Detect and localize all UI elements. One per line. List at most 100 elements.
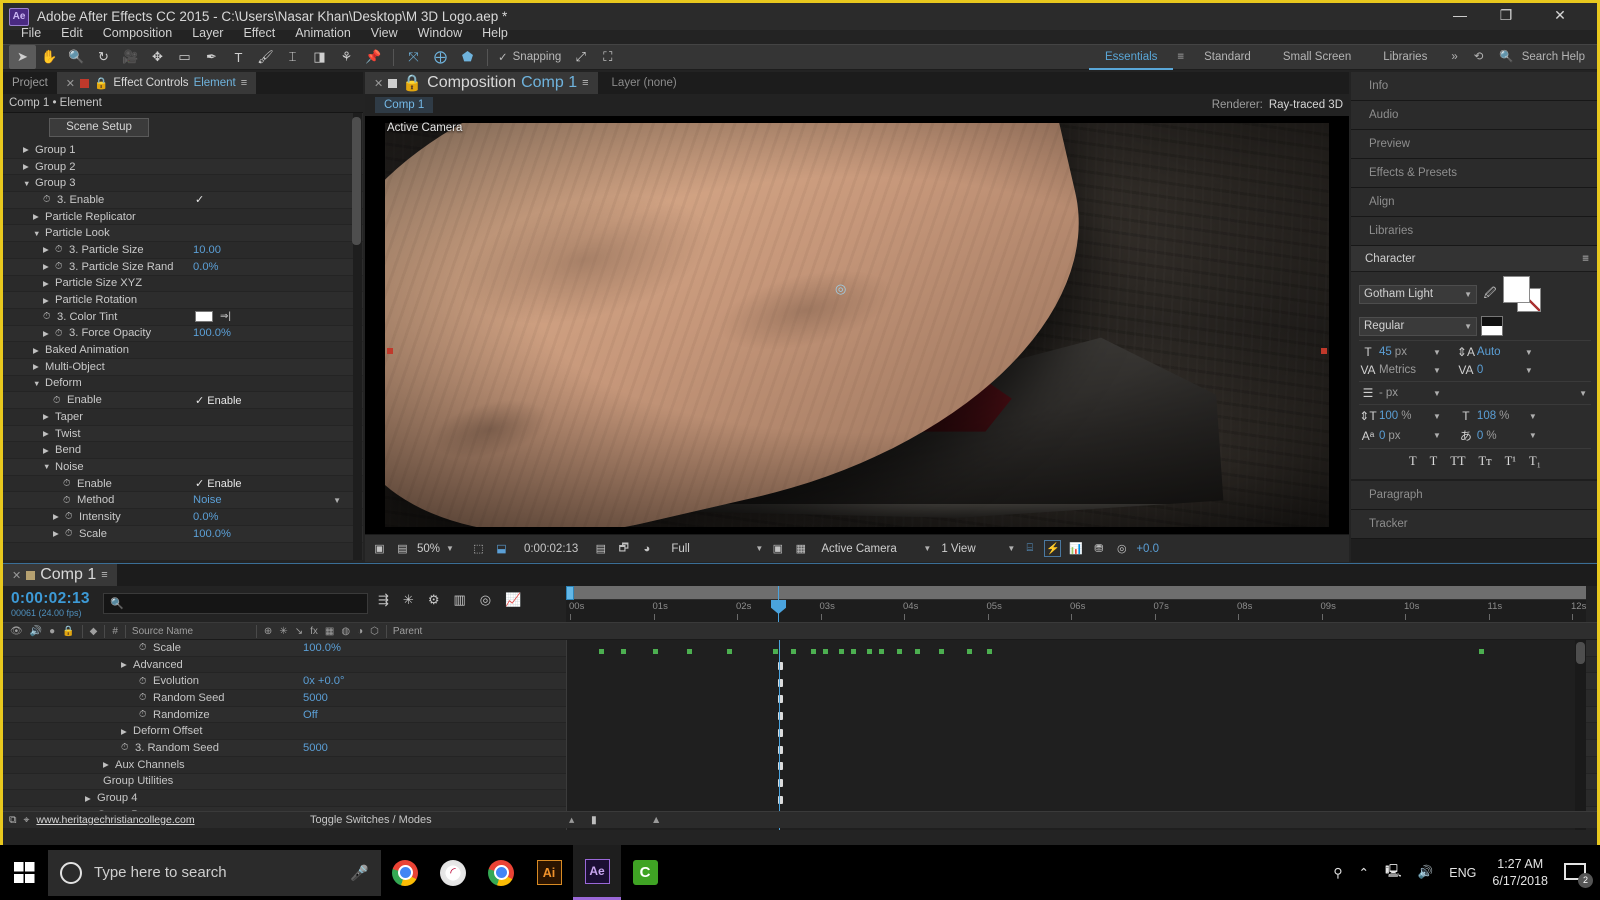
comp-lock-icon[interactable]: 🔒 xyxy=(402,73,422,93)
expand-triangle-right-icon[interactable]: ▶ xyxy=(43,429,51,438)
timeline-layer-list[interactable]: ⏱Scale100.0%▶Advanced⏱Evolution0x +0.0°⏱… xyxy=(3,640,1597,830)
camera-tool[interactable]: 🎥 xyxy=(117,45,144,69)
keyframe-marker[interactable] xyxy=(839,649,844,654)
tab-timeline-comp[interactable]: ✕ Comp 1 ≡ xyxy=(3,564,117,586)
stopwatch-icon[interactable]: ⏱ xyxy=(43,194,53,205)
character-panel-menu-icon[interactable]: ≡ xyxy=(1582,253,1589,265)
text-style-button-4[interactable]: T¹ xyxy=(1505,454,1516,469)
expand-triangle-right-icon[interactable]: ▶ xyxy=(53,529,61,538)
font-style-select[interactable]: Regular ▼ xyxy=(1359,317,1477,336)
effect-row[interactable]: ▶Particle Replicator xyxy=(3,209,363,226)
effect-row[interactable]: ▶⏱3. Particle Size10.00 xyxy=(3,242,363,259)
keyframe-marker[interactable] xyxy=(851,649,856,654)
grid-guides-icon[interactable]: ⛶ xyxy=(594,45,621,69)
exposure-icon[interactable]: ◎ xyxy=(1113,540,1130,557)
timeline-row-value[interactable]: Off xyxy=(303,709,318,721)
close-tab-icon[interactable]: ✕ xyxy=(66,77,75,90)
stroke-style-chevron-icon[interactable]: ▼ xyxy=(1579,389,1587,398)
close-composition-tab-icon[interactable]: ✕ xyxy=(374,77,383,90)
expand-triangle-down-icon[interactable]: ▼ xyxy=(33,229,41,238)
kerning-chevron-icon[interactable]: ▼ xyxy=(1433,366,1441,375)
expand-triangle-down-icon[interactable]: ▼ xyxy=(23,179,31,188)
work-area-bar[interactable] xyxy=(566,586,1586,600)
workspace-essentials[interactable]: Essentials xyxy=(1089,44,1173,70)
puppet-pin-tool[interactable]: 📌 xyxy=(360,45,387,69)
tab-effect-controls[interactable]: ✕ 🔒 Effect Controls Element ≡ xyxy=(57,72,256,94)
expand-triangle-right-icon[interactable]: ▶ xyxy=(33,346,41,355)
layer-switch-icon[interactable]: ⬡ xyxy=(370,626,379,637)
baseline-shift-chevron-icon[interactable]: ▼ xyxy=(1433,431,1441,440)
toggle-transparency-grid-icon[interactable]: ▤ xyxy=(394,540,411,557)
start-button[interactable] xyxy=(0,845,48,900)
menu-item-view[interactable]: View xyxy=(361,24,408,42)
effect-row[interactable]: ▶Particle Size XYZ xyxy=(3,276,363,293)
panel-libraries[interactable]: Libraries xyxy=(1351,217,1597,246)
show-snapshot-icon[interactable]: 🗗 xyxy=(615,540,632,557)
keyframe-marker[interactable] xyxy=(727,649,732,654)
take-snapshot-icon[interactable]: ▤ xyxy=(592,540,609,557)
pixel-aspect-correction-icon[interactable]: ⌸ xyxy=(1021,540,1038,557)
fast-previews-icon[interactable]: ⚡ xyxy=(1044,540,1061,557)
search-help-icon[interactable]: 🔍 xyxy=(1491,44,1521,70)
snapping-checkbox[interactable]: ✓ Snapping xyxy=(498,50,561,64)
effect-row[interactable]: ▶Baked Animation xyxy=(3,342,363,359)
source-name-header[interactable]: Source Name xyxy=(126,626,256,637)
tsume-field[interactable]: 0 % xyxy=(1477,430,1527,442)
menu-item-edit[interactable]: Edit xyxy=(51,24,93,42)
effect-row[interactable]: ▼Particle Look xyxy=(3,225,363,242)
camtasia-taskbar-icon[interactable]: C xyxy=(621,845,669,900)
font-size-field[interactable]: 45 px xyxy=(1379,346,1431,358)
kerning-field[interactable]: Metrics xyxy=(1379,364,1431,376)
graph-editor-icon[interactable]: 📈 xyxy=(505,592,521,608)
zoom-out-timeline-icon[interactable]: ▴ xyxy=(569,814,574,826)
snapping-options-icon[interactable]: ⤢ xyxy=(567,45,594,69)
menu-item-file[interactable]: File xyxy=(11,24,51,42)
panel-info[interactable]: Info xyxy=(1351,72,1597,101)
color-tint-swatch[interactable] xyxy=(195,311,213,322)
timeline-track-area[interactable] xyxy=(566,640,1586,830)
renderer-options-icon[interactable]: 📊 xyxy=(1067,540,1084,557)
expand-triangle-right-icon[interactable]: ▶ xyxy=(43,262,51,271)
pen-tool[interactable]: ✒ xyxy=(198,45,225,69)
tab-layer[interactable]: Layer (none) xyxy=(598,77,691,89)
stopwatch-icon[interactable]: ⏱ xyxy=(63,495,73,506)
expand-triangle-right-icon[interactable]: ▶ xyxy=(53,512,61,521)
timeline-zoom-slider[interactable]: ▮ xyxy=(591,814,597,826)
baseline-shift-field[interactable]: 0 px xyxy=(1379,430,1431,442)
tab-composition[interactable]: ✕ 🔒 Composition Comp 1 ≡ xyxy=(365,72,598,94)
expand-triangle-right-icon[interactable]: ▶ xyxy=(43,446,51,455)
timeline-ruler[interactable]: 00s01s02s03s04s05s06s07s08s09s10s11s12s xyxy=(566,586,1586,622)
stopwatch-icon[interactable]: ⏱ xyxy=(139,676,149,687)
effect-row[interactable]: ▶Group 2 xyxy=(3,159,363,176)
rotation-tool[interactable]: ↻ xyxy=(90,45,117,69)
menu-item-window[interactable]: Window xyxy=(408,24,472,42)
effect-row[interactable]: ▶⏱3. Particle Size Rand0.0% xyxy=(3,259,363,276)
effect-row[interactable]: ▼Noise xyxy=(3,459,363,476)
timeline-panel-menu-icon[interactable]: ≡ xyxy=(101,569,107,581)
expand-triangle-right-icon[interactable]: ▶ xyxy=(43,245,51,254)
keyframe-marker[interactable] xyxy=(897,649,902,654)
zoom-in-timeline-icon[interactable]: ▲ xyxy=(651,814,661,826)
breadcrumb-comp-pill[interactable]: Comp 1 xyxy=(375,97,433,113)
expand-triangle-right-icon[interactable]: ▶ xyxy=(43,279,51,288)
horizontal-scale-chevron-icon[interactable]: ▼ xyxy=(1529,412,1537,421)
leading-chevron-icon[interactable]: ▼ xyxy=(1525,348,1533,357)
keyframe-marker[interactable] xyxy=(967,649,972,654)
type-tool[interactable]: T xyxy=(225,45,252,69)
menu-item-animation[interactable]: Animation xyxy=(285,24,361,42)
scene-setup-button[interactable]: Scene Setup xyxy=(49,118,149,137)
font-size-chevron-icon[interactable]: ▼ xyxy=(1433,348,1441,357)
microphone-icon[interactable]: 🎤 xyxy=(350,864,369,882)
lock-layer-icon[interactable]: 🔒 xyxy=(62,626,74,637)
panel-align[interactable]: Align xyxy=(1351,188,1597,217)
expand-triangle-right-icon[interactable]: ▶ xyxy=(121,660,129,669)
menu-item-effect[interactable]: Effect xyxy=(233,24,285,42)
expand-triangle-right-icon[interactable]: ▶ xyxy=(33,212,41,221)
resolution-value[interactable]: Full xyxy=(671,543,690,555)
layer-switch-icon[interactable]: fx xyxy=(310,626,318,637)
effect-row-value[interactable]: 100.0% xyxy=(193,528,231,540)
tab-project[interactable]: Project xyxy=(3,72,57,94)
eraser-tool[interactable]: ◨ xyxy=(306,45,333,69)
stopwatch-icon[interactable]: ⏱ xyxy=(139,692,149,703)
panel-audio[interactable]: Audio xyxy=(1351,101,1597,130)
